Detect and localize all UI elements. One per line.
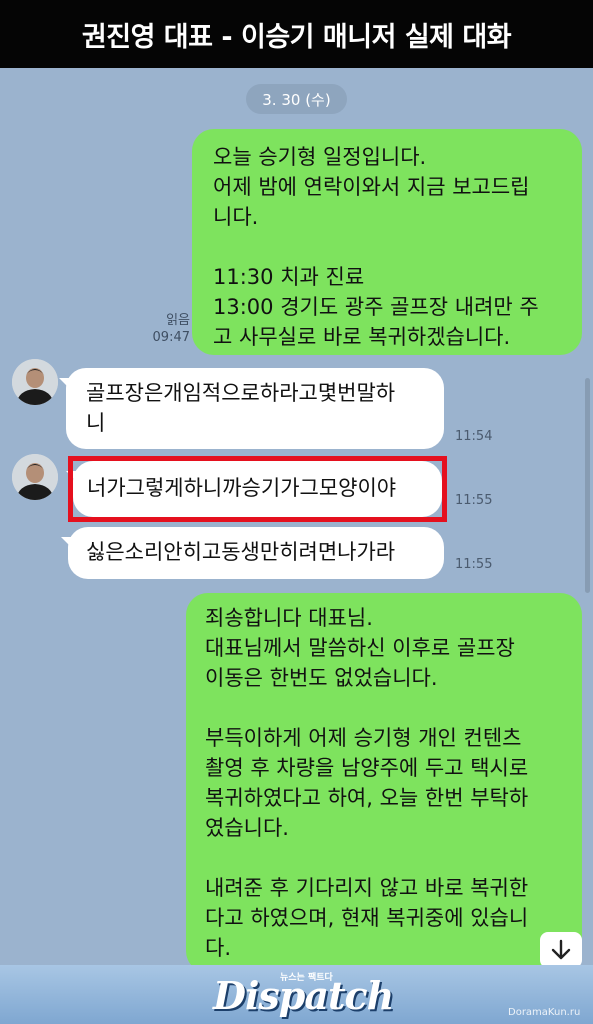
arrow-down-icon [551,939,571,960]
read-receipt: 읽음 [166,313,190,328]
message-time: 11:55 [455,493,493,508]
page-headline: 권진영 대표 - 이승기 매니저 실제 대화 [0,0,593,68]
message-outgoing[interactable]: 죄송합니다 대표님. 대표님께서 말씀하신 이후로 골프장 이동은 한번도 없었… [186,593,582,973]
avatar-icon[interactable] [12,359,58,405]
message-outgoing[interactable]: 오늘 승기형 일정입니다. 어제 밤에 연락이와서 지금 보고드립 니다. 11… [192,129,582,355]
message-status: 읽음 09:47 [140,312,190,346]
brand-logo: Dispatch [213,973,394,1018]
message-incoming[interactable]: 골프장은개임적으로하라고몇번말하 니 [59,368,444,449]
message-time: 09:47 [152,330,190,345]
chat-scrollbar[interactable] [585,378,590,593]
message-time: 11:54 [455,429,493,444]
scroll-to-bottom-button[interactable] [540,932,582,968]
watermark: DoramaKun.ru [508,1007,581,1018]
avatar-icon[interactable] [12,454,58,500]
message-time: 11:55 [455,557,493,572]
message-incoming[interactable]: 싫은소리안히고동생만히려면나가라 [61,527,444,579]
date-separator: 3. 30 (수) [246,84,347,114]
highlight-box [68,456,447,522]
